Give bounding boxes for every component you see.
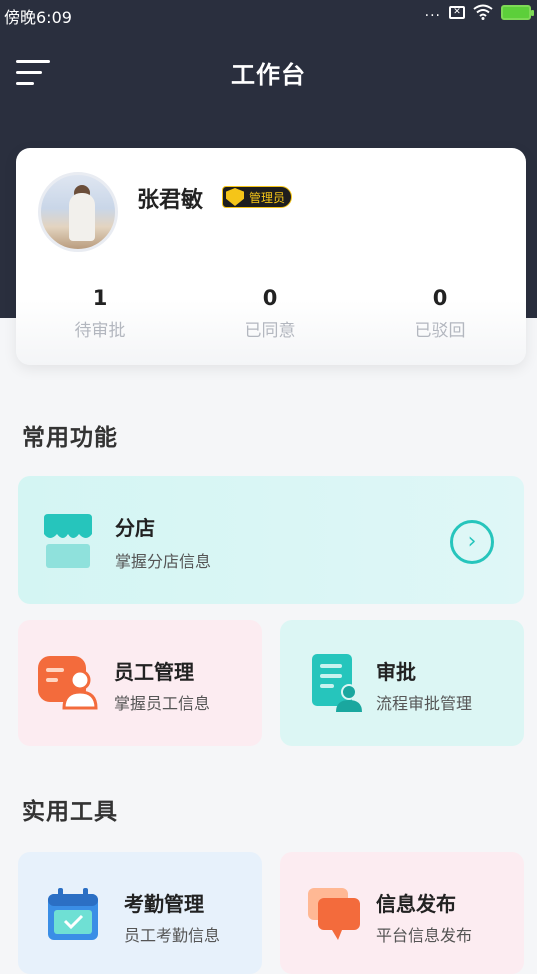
branch-subtitle: 掌握分店信息 xyxy=(115,552,212,571)
stat-approved[interactable]: 0 已同意 xyxy=(200,286,340,341)
wifi-icon xyxy=(473,4,493,20)
attendance-tile[interactable]: 考勤管理 员工考勤信息 xyxy=(18,852,262,974)
attendance-title: 考勤管理 xyxy=(124,892,204,916)
user-name: 张君敏 xyxy=(137,188,204,213)
role-label: 管理员 xyxy=(249,191,286,205)
staff-subtitle: 掌握员工信息 xyxy=(114,694,211,713)
publish-subtitle: 平台信息发布 xyxy=(376,926,473,945)
stat-rejected[interactable]: 0 已驳回 xyxy=(370,286,510,341)
stat-label: 已同意 xyxy=(244,321,296,341)
stat-label: 待审批 xyxy=(74,321,126,341)
stat-pending[interactable]: 1 待审批 xyxy=(30,286,170,341)
shield-icon xyxy=(226,188,244,206)
profile-card: 张君敏 管理员 1 待审批 0 已同意 0 已驳回 xyxy=(16,148,526,365)
stat-value: 1 xyxy=(92,286,108,310)
avatar[interactable] xyxy=(38,172,118,252)
approval-subtitle: 流程审批管理 xyxy=(376,694,473,713)
status-icons: ... ✕ xyxy=(424,4,534,20)
arrow-right-icon[interactable]: › xyxy=(450,520,494,564)
calendar-icon xyxy=(48,888,98,940)
store-icon xyxy=(44,514,92,568)
section-title-tools: 实用工具 xyxy=(22,799,118,825)
publish-title: 信息发布 xyxy=(376,892,456,916)
status-bar: 傍晚6:09 ... ✕ xyxy=(0,0,537,28)
attendance-subtitle: 员工考勤信息 xyxy=(124,926,221,945)
publish-tile[interactable]: 信息发布 平台信息发布 xyxy=(280,852,524,974)
staff-tile[interactable]: 员工管理 掌握员工信息 xyxy=(18,620,262,746)
battery-icon xyxy=(501,4,534,20)
approval-icon xyxy=(312,654,362,712)
branch-tile[interactable]: 分店 掌握分店信息 › xyxy=(18,476,524,604)
sim-icon: ✕ xyxy=(449,5,465,19)
staff-title: 员工管理 xyxy=(114,660,194,684)
stat-label: 已驳回 xyxy=(414,321,466,341)
role-badge: 管理员 xyxy=(222,186,293,208)
approval-tile[interactable]: 审批 流程审批管理 xyxy=(280,620,524,746)
branch-title: 分店 xyxy=(115,516,155,540)
approval-title: 审批 xyxy=(376,660,416,684)
page-title: 工作台 xyxy=(231,61,306,89)
more-dots-icon: ... xyxy=(424,4,441,20)
status-time: 傍晚6:09 xyxy=(4,8,72,27)
message-icon xyxy=(308,888,360,940)
section-title-common: 常用功能 xyxy=(22,425,118,451)
stat-value: 0 xyxy=(432,286,448,310)
staff-icon xyxy=(38,656,98,710)
stat-value: 0 xyxy=(262,286,278,310)
